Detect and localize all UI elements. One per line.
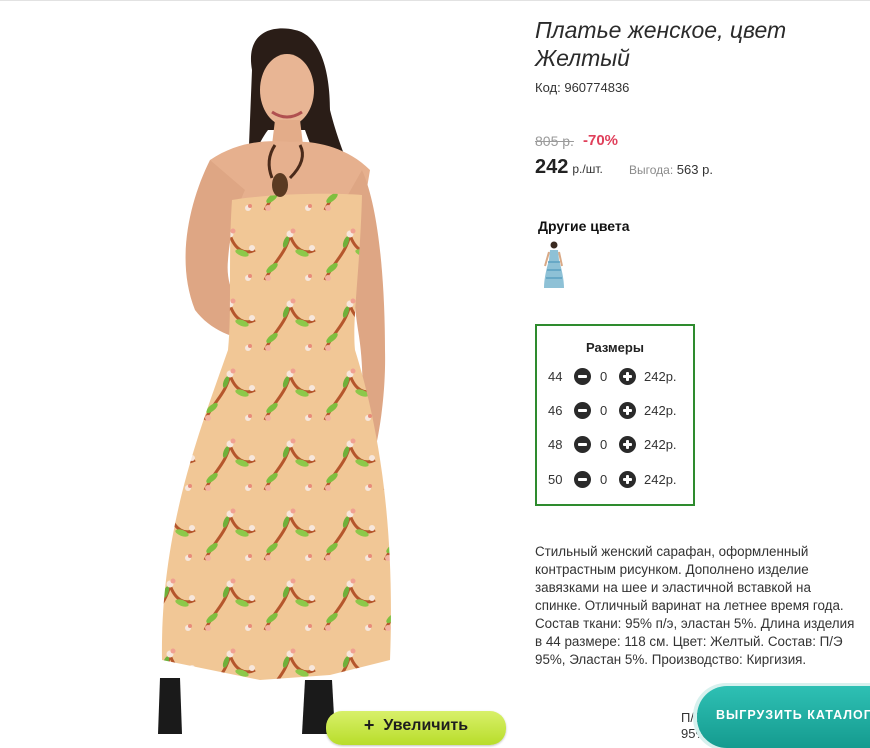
other-colors-heading: Другие цвета xyxy=(538,218,630,234)
minus-icon[interactable] xyxy=(574,436,591,453)
product-title: Платье женское, цвет Желтый xyxy=(535,17,787,71)
zoom-button-label: Увеличить xyxy=(383,717,469,734)
size-price: 242р. xyxy=(644,472,677,487)
benefit-label: Выгода: xyxy=(629,163,674,177)
plus-icon[interactable] xyxy=(619,368,636,385)
size-price: 242р. xyxy=(644,403,677,418)
size-value: 44 xyxy=(548,369,563,384)
product-code-label: Код: xyxy=(535,80,561,95)
size-price: 242р. xyxy=(644,437,677,452)
quantity-value: 0 xyxy=(600,437,608,452)
old-price: 805 р. xyxy=(535,133,574,149)
zoom-button[interactable]: + Увеличить xyxy=(326,711,506,745)
size-row: 46 0 242р. xyxy=(547,401,687,421)
sizes-title: Размеры xyxy=(586,340,644,355)
other-color-thumbnail[interactable] xyxy=(538,240,568,290)
size-value: 48 xyxy=(548,437,563,452)
sizes-panel: Размеры 44 0 242р. 46 0 242р. 48 0 242р.… xyxy=(535,324,695,506)
minus-icon[interactable] xyxy=(574,471,591,488)
product-code: Код: 960774836 xyxy=(535,80,629,95)
quantity-value: 0 xyxy=(600,472,608,487)
dress-thumbnail-icon xyxy=(544,241,564,288)
size-price: 242р. xyxy=(644,369,677,384)
product-description: Стильный женский сарафан, оформленный ко… xyxy=(535,544,855,667)
current-price: 242 р./шт. xyxy=(535,156,603,179)
dress-photo-illustration xyxy=(158,28,391,734)
minus-icon[interactable] xyxy=(574,402,591,419)
plus-icon: + xyxy=(363,715,375,735)
price-unit: р./шт. xyxy=(572,162,603,176)
size-row: 50 0 242р. xyxy=(547,470,687,490)
product-image[interactable] xyxy=(140,10,520,734)
plus-icon[interactable] xyxy=(619,402,636,419)
size-row: 48 0 242р. xyxy=(547,435,687,455)
benefit: Выгода: 563 р. xyxy=(629,162,713,177)
price-value: 242 xyxy=(535,156,569,178)
benefit-value: 563 р. xyxy=(676,162,713,177)
plus-icon[interactable] xyxy=(619,436,636,453)
quantity-value: 0 xyxy=(600,369,608,384)
export-catalog-button[interactable]: ВЫГРУЗИТЬ КАТАЛОГ xyxy=(697,686,870,748)
discount-badge: -70% xyxy=(583,132,619,149)
plus-icon[interactable] xyxy=(619,471,636,488)
top-divider xyxy=(0,0,870,1)
size-value: 46 xyxy=(548,403,563,418)
minus-icon[interactable] xyxy=(574,368,591,385)
product-code-value: 960774836 xyxy=(564,80,630,95)
size-row: 44 0 242р. xyxy=(547,367,687,387)
quantity-value: 0 xyxy=(600,403,608,418)
size-value: 50 xyxy=(548,472,563,487)
